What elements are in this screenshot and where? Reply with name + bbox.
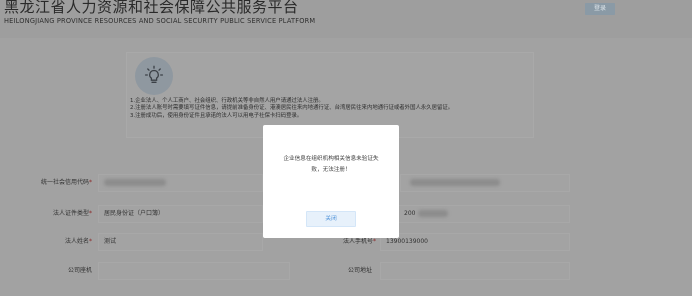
company-address-input[interactable]	[380, 262, 570, 280]
redacted-value	[104, 179, 166, 186]
close-button[interactable]: 关闭	[306, 211, 356, 227]
legal-name-label: 法人姓名*	[64, 238, 92, 245]
legal-id-type-label: 法人证件类型*	[52, 210, 92, 217]
dialog-message-line: 败，无法注册！	[311, 167, 351, 173]
credit-code-label: 统一社会信用代码*	[40, 179, 92, 186]
company-phone-label: 公司座机	[67, 267, 92, 274]
company-name-input[interactable]	[400, 174, 570, 192]
login-button[interactable]: 登录	[585, 3, 615, 15]
redacted-value	[418, 210, 449, 217]
dialog-message: 企业信息在组织机构相关信息未验证失 败，无法注册！	[263, 154, 399, 176]
legal-phone-input[interactable]: 13900139000	[380, 233, 570, 251]
legal-id-number-input[interactable]: 200	[398, 205, 570, 223]
company-phone-input[interactable]	[98, 262, 290, 280]
lightbulb-icon	[135, 57, 173, 95]
registration-notes: 1.企业法人、个人工商户、社会组织、行政机关等非自然人用户请通过法人注册。 2.…	[130, 98, 453, 120]
legal-name-input[interactable]: 测试	[98, 233, 263, 251]
dialog-message-line: 企业信息在组织机构相关信息未验证失	[283, 156, 379, 162]
note-line: 2.注册法人账号时需要填写证件信息，请提前准备身份证、港澳居民往来内地通行证、台…	[130, 105, 454, 112]
note-line: 3.注册成功后，使用身份证件且承诺的法人可以用电子社保卡扫码登录。	[130, 112, 303, 119]
platform-title: 黑龙江省人力资源和社会保障公共服务平台	[4, 0, 299, 16]
redacted-value	[410, 179, 500, 186]
header: 黑龙江省人力资源和社会保障公共服务平台 HEILONGJIANG PROVINC…	[0, 0, 692, 30]
platform-subtitle: HEILONGJIANG PROVINCE RESOURCES AND SOCI…	[4, 17, 316, 25]
legal-id-type-select[interactable]: 居民身份证（户口簿）	[98, 205, 263, 223]
company-address-label: 公司地址	[347, 267, 372, 274]
error-dialog: 企业信息在组织机构相关信息未验证失 败，无法注册！ 关闭	[263, 125, 399, 238]
credit-code-input[interactable]	[98, 174, 263, 192]
